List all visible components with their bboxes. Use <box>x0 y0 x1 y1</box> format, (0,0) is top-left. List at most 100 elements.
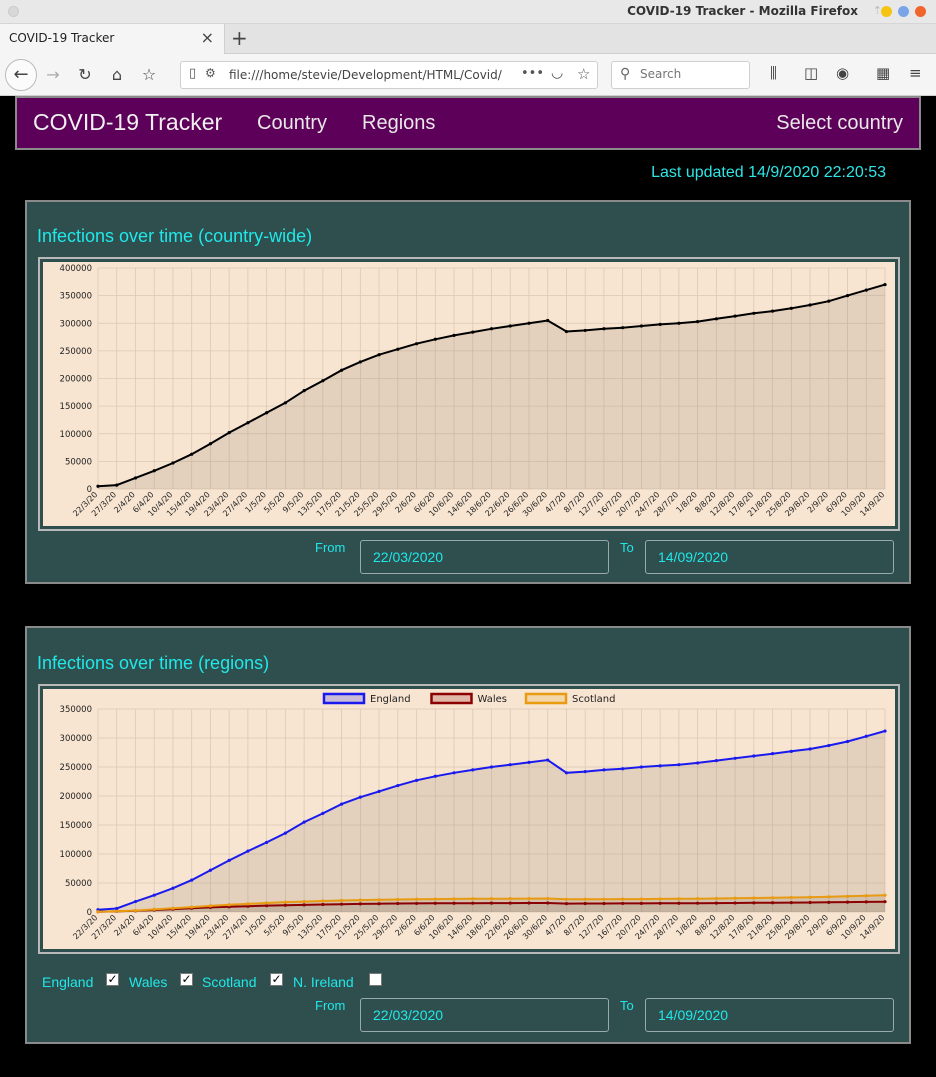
data-point <box>883 282 887 287</box>
search-icon: ⚲ <box>620 66 631 82</box>
data-point <box>246 849 250 853</box>
data-point <box>358 360 362 364</box>
data-point <box>770 901 775 905</box>
data-point <box>808 900 812 905</box>
data-point <box>471 330 475 334</box>
data-point <box>302 389 306 393</box>
country-chart: 0500001000001500002000002500003000003500… <box>43 262 895 526</box>
data-point <box>864 288 868 292</box>
data-point <box>789 749 793 753</box>
data-point <box>396 897 400 902</box>
data-point <box>789 306 793 310</box>
data-point <box>714 317 718 321</box>
data-point <box>621 326 625 330</box>
more-actions-icon[interactable]: ••• <box>521 66 544 81</box>
data-point <box>639 765 644 769</box>
data-point <box>583 901 587 906</box>
data-point <box>621 897 625 901</box>
data-point <box>808 303 812 307</box>
sidebar-icon[interactable]: ◫ <box>804 64 818 82</box>
data-point <box>621 767 625 771</box>
data-point <box>489 901 494 905</box>
reload-icon[interactable]: ↻ <box>72 62 98 88</box>
data-point <box>808 895 812 899</box>
nav-regions-link[interactable]: Regions <box>362 112 435 135</box>
data-point <box>696 897 700 901</box>
data-point <box>546 758 550 762</box>
country-chart-frame: 0 50000 100000 150000 200000 250000 300000 3500… <box>38 257 900 531</box>
data-point <box>583 328 587 333</box>
window-menu-icon[interactable] <box>8 6 19 17</box>
data-point <box>845 894 850 898</box>
menu-icon[interactable]: ≡ <box>909 64 922 82</box>
country-from-date-input[interactable] <box>360 540 609 574</box>
star-icon[interactable]: ☆ <box>577 65 590 83</box>
data-point <box>433 337 437 341</box>
data-point <box>527 897 531 901</box>
data-point <box>508 901 512 905</box>
y-tick-label: 300000 <box>60 734 92 744</box>
url-bar[interactable]: ▯ ⚙ file:///home/stevie/Development/HTML… <box>180 61 598 89</box>
tab-close-icon[interactable]: × <box>201 28 214 47</box>
search-bar[interactable]: ⚲ <box>611 61 750 89</box>
data-point <box>621 901 625 906</box>
minimize-icon[interactable] <box>881 6 892 17</box>
toggle-wales-checkbox[interactable]: ✓ <box>180 973 193 986</box>
extensions-icon[interactable]: ▦ <box>876 64 890 82</box>
country-chart-card: Infections over time (country-wide) 0 500… <box>25 200 911 584</box>
data-point <box>827 743 831 748</box>
data-point <box>564 329 569 334</box>
regions-from-date-input[interactable] <box>360 998 609 1032</box>
tab-covid-tracker[interactable]: COVID-19 Tracker × <box>0 24 225 54</box>
data-point <box>471 897 475 901</box>
legend-label: Wales <box>478 694 508 705</box>
data-point <box>714 901 718 905</box>
data-point <box>677 321 681 325</box>
new-tab-icon[interactable]: + <box>231 26 248 50</box>
close-window-icon[interactable] <box>915 6 926 17</box>
data-point <box>564 771 569 775</box>
data-point <box>864 894 868 898</box>
nav-country-link[interactable]: Country <box>257 112 327 135</box>
country-chart-title: Infections over time (country-wide) <box>37 226 313 246</box>
permissions-icon[interactable]: ⚙ <box>205 66 216 80</box>
data-point <box>433 901 437 905</box>
data-point <box>583 770 587 774</box>
select-country-dropdown[interactable]: Select country <box>776 112 903 135</box>
regions-to-date-input[interactable] <box>645 998 894 1032</box>
data-point <box>864 734 868 738</box>
site-brand[interactable]: COVID-19 Tracker <box>33 109 222 136</box>
toggle-wales-label: Wales <box>129 974 168 990</box>
page-icon: ▯ <box>189 66 197 81</box>
data-point <box>171 461 175 465</box>
toggle-nireland-checkbox[interactable] <box>369 973 382 986</box>
toggle-scotland-checkbox[interactable]: ✓ <box>270 973 283 986</box>
bookmark-star-icon[interactable]: ☆ <box>136 62 162 88</box>
data-point <box>546 901 550 905</box>
home-icon[interactable]: ⌂ <box>104 62 130 88</box>
data-point <box>808 747 812 751</box>
account-icon[interactable]: ◉ <box>836 64 849 82</box>
data-point <box>208 442 213 446</box>
forward-arrow-icon[interactable]: → <box>40 62 66 88</box>
regions-chart-frame: 0 50000 100000 150000 200000 250000 300000 3500… <box>38 684 900 954</box>
data-point <box>321 902 325 907</box>
url-text[interactable]: file:///home/stevie/Development/HTML/Cov… <box>229 68 519 82</box>
library-icon[interactable]: ⫼ <box>770 64 777 82</box>
back-arrow-icon[interactable]: ← <box>5 59 37 91</box>
toggle-england-checkbox[interactable]: ✓ <box>106 973 119 986</box>
data-point <box>433 897 437 901</box>
data-point <box>190 878 194 882</box>
search-input[interactable] <box>640 67 740 81</box>
data-point <box>302 903 306 907</box>
country-to-date-input[interactable] <box>645 540 894 574</box>
data-point <box>227 903 231 907</box>
data-point <box>283 900 287 904</box>
data-point <box>602 901 606 906</box>
maximize-icon[interactable] <box>898 6 909 17</box>
legend-swatch <box>430 692 473 705</box>
pocket-icon[interactable]: ◡ <box>551 65 563 81</box>
data-point <box>527 321 531 325</box>
data-point <box>489 897 494 901</box>
data-point <box>227 431 231 435</box>
